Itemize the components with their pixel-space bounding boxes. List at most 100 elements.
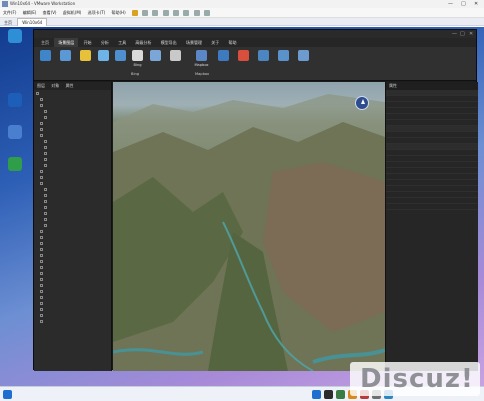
ribbon-tab[interactable]: 帮助 — [225, 38, 241, 47]
layer-checkbox[interactable] — [44, 193, 47, 197]
ribbon-button[interactable] — [216, 50, 231, 63]
ribbon-button[interactable] — [78, 50, 93, 63]
layer-checkbox[interactable] — [40, 121, 43, 125]
layer-checkbox[interactable] — [44, 205, 47, 209]
ribbon-secondary-label[interactable]: Mapbox — [195, 72, 209, 76]
layer-checkbox[interactable] — [44, 163, 47, 167]
compass-icon[interactable] — [355, 96, 369, 110]
3d-globe-viewport[interactable] — [113, 82, 385, 371]
layer-checkbox[interactable] — [44, 109, 47, 113]
taskbar-app-icon[interactable] — [312, 390, 321, 399]
layer-checkbox[interactable] — [44, 145, 47, 149]
ribbon-tab[interactable]: 场景管理 — [182, 38, 206, 47]
menu-tabs[interactable]: 选项卡(T) — [88, 10, 106, 15]
taskbar-app-icon[interactable] — [324, 390, 333, 399]
ribbon-tab[interactable]: 关于 — [207, 38, 223, 47]
tab-vm[interactable]: Win10x64 — [17, 18, 48, 26]
ribbon-tab[interactable]: 工具 — [114, 38, 130, 47]
layer-checkbox[interactable] — [44, 151, 47, 155]
ribbon-tab[interactable]: 分析 — [97, 38, 113, 47]
property-row[interactable] — [386, 204, 478, 210]
menu-view[interactable]: 查看(V) — [43, 10, 57, 15]
host-maximize-button[interactable]: □ — [461, 0, 466, 8]
ribbon-button[interactable] — [296, 50, 311, 63]
layer-checkbox[interactable] — [44, 157, 47, 161]
desktop-icon-1[interactable] — [3, 29, 27, 45]
layer-checkbox[interactable] — [40, 307, 43, 311]
unity-icon[interactable] — [183, 10, 190, 16]
layer-checkbox[interactable] — [40, 235, 43, 239]
ribbon-button[interactable] — [168, 50, 183, 63]
revert-icon[interactable] — [152, 10, 159, 16]
desktop-icon-2[interactable] — [3, 93, 27, 109]
layer-checkbox[interactable] — [40, 181, 43, 185]
layer-checkbox[interactable] — [44, 115, 47, 119]
ribbon-tab[interactable]: 模型导出 — [157, 38, 181, 47]
layer-checkbox[interactable] — [40, 265, 43, 269]
menu-file[interactable]: 文件(F) — [3, 10, 16, 15]
layer-checkbox[interactable] — [40, 259, 43, 263]
layer-tab[interactable]: 图层 — [37, 83, 45, 88]
ribbon-button[interactable] — [148, 50, 163, 63]
layer-checkbox[interactable] — [40, 127, 43, 131]
layer-checkbox[interactable] — [40, 313, 43, 317]
layer-checkbox[interactable] — [40, 295, 43, 299]
ribbon-button[interactable] — [113, 50, 128, 63]
layer-checkbox[interactable] — [44, 187, 47, 191]
ribbon-button[interactable] — [256, 50, 271, 63]
layer-checkbox[interactable] — [40, 283, 43, 287]
layer-checkbox[interactable] — [44, 199, 47, 203]
layer-checkbox[interactable] — [40, 319, 43, 323]
layer-checkbox[interactable] — [40, 277, 43, 281]
ribbon-button[interactable] — [38, 50, 53, 63]
property-tab[interactable]: 属性 — [66, 83, 74, 88]
app-minimize-button[interactable]: — — [452, 30, 457, 38]
layer-checkbox[interactable] — [36, 91, 39, 95]
ribbon-button[interactable] — [236, 50, 251, 63]
layer-checkbox[interactable] — [40, 169, 43, 173]
layer-checkbox[interactable] — [40, 247, 43, 251]
layer-checkbox[interactable] — [40, 301, 43, 305]
ribbon-secondary-label[interactable]: Bing — [131, 72, 139, 76]
layer-checkbox[interactable] — [40, 103, 43, 107]
fullscreen-icon[interactable] — [173, 10, 180, 16]
start-button[interactable] — [3, 390, 12, 399]
snapshot-icon[interactable] — [142, 10, 149, 16]
ribbon-tab[interactable]: 主页 — [37, 38, 53, 47]
layer-checkbox[interactable] — [40, 241, 43, 245]
taskbar-app-icon[interactable] — [336, 390, 345, 399]
ribbon-button[interactable] — [96, 50, 111, 63]
layer-checkbox[interactable] — [44, 217, 47, 221]
app-maximize-button[interactable]: □ — [460, 30, 465, 38]
layer-checkbox[interactable] — [44, 223, 47, 227]
ribbon-button[interactable] — [58, 50, 73, 63]
desktop-icon-3[interactable] — [3, 125, 27, 141]
layer-checkbox[interactable] — [44, 139, 47, 143]
layer-checkbox[interactable] — [40, 175, 43, 179]
layer-checkbox[interactable] — [40, 253, 43, 257]
manage-snapshots-icon[interactable] — [162, 10, 169, 16]
power-icon[interactable] — [131, 10, 138, 16]
layer-checkbox[interactable] — [40, 133, 43, 137]
ribbon-tab[interactable]: 开始 — [80, 38, 96, 47]
ribbon-tab[interactable]: 场景图层 — [54, 38, 79, 47]
menu-help[interactable]: 帮助(H) — [112, 10, 126, 15]
desktop-icon-4[interactable] — [3, 157, 27, 173]
layer-checkbox[interactable] — [40, 289, 43, 293]
menu-vm[interactable]: 虚拟机(M) — [63, 10, 82, 15]
layer-checkbox[interactable] — [40, 229, 43, 233]
host-close-button[interactable]: ✕ — [474, 0, 478, 8]
layer-tree-item[interactable] — [34, 318, 111, 324]
stretch-icon[interactable] — [203, 10, 210, 16]
layer-checkbox[interactable] — [44, 211, 47, 215]
layer-checkbox[interactable] — [40, 97, 43, 101]
ribbon-tab[interactable]: 高级分析 — [131, 38, 155, 47]
menu-edit[interactable]: 编辑(E) — [23, 10, 37, 15]
host-minimize-button[interactable]: — — [448, 0, 453, 8]
tab-home[interactable]: 主页 — [0, 19, 16, 27]
ribbon-button[interactable]: Bing — [130, 50, 145, 67]
ribbon-button[interactable] — [276, 50, 291, 63]
app-close-button[interactable]: ✕ — [469, 30, 473, 38]
object-tab[interactable]: 对象 — [51, 83, 59, 88]
layer-checkbox[interactable] — [40, 271, 43, 275]
